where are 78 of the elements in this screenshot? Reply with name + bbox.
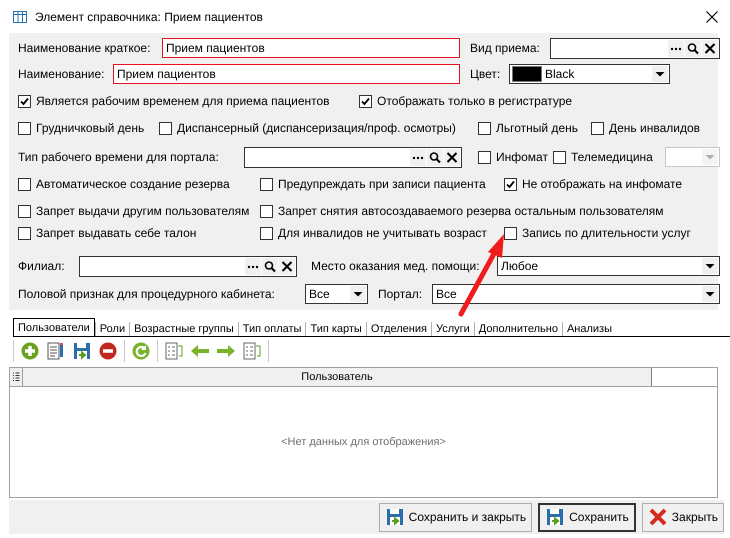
save-icon[interactable]: [545, 507, 566, 527]
field-label: Вид приема:: [470, 41, 540, 55]
field-label: Филиал:: [18, 259, 65, 273]
checkbox[interactable]: [18, 122, 31, 134]
checkbox[interactable]: [591, 122, 604, 134]
checkbox[interactable]: [18, 226, 31, 240]
clear-icon[interactable]: [702, 40, 718, 56]
lookup-field[interactable]: [79, 256, 297, 276]
checkbox[interactable]: [478, 122, 491, 134]
checkbox[interactable]: [478, 150, 491, 164]
tab[interactable]: Пользователи: [13, 318, 95, 336]
checkbox-label: Запрет снятия автосоздаваемого резерва остальным пользователям: [278, 204, 664, 218]
checkbox-label: Запрет выдачи другим пользователям: [36, 204, 250, 218]
search-icon[interactable]: [685, 40, 701, 56]
dialog-button[interactable]: Закрыть: [642, 502, 724, 532]
ellipsis-icon[interactable]: [245, 258, 261, 274]
ellipsis-icon[interactable]: [410, 148, 426, 166]
checkbox-label: Льготный день: [496, 121, 578, 135]
checkbox[interactable]: [159, 122, 172, 134]
checkbox[interactable]: [504, 178, 517, 190]
checkbox-label: Инфомат: [496, 150, 548, 164]
add-icon[interactable]: [20, 341, 40, 361]
dialog-button[interactable]: Сохранить и закрыть: [378, 502, 532, 532]
save-icon[interactable]: [384, 507, 405, 527]
checkbox-label: Телемедицина: [571, 150, 653, 164]
ellipsis-icon[interactable]: [668, 40, 684, 56]
search-icon[interactable]: [262, 258, 278, 274]
field-label: Наименование краткое:: [18, 41, 150, 55]
checkbox[interactable]: [260, 204, 273, 218]
dropdown[interactable]: Любое: [497, 256, 720, 276]
field-label: Наименование:: [18, 67, 105, 81]
close-icon[interactable]: [706, 10, 718, 22]
checkbox[interactable]: [18, 178, 31, 190]
checkbox[interactable]: [18, 94, 31, 108]
checkbox[interactable]: [260, 178, 273, 190]
checkbox-label: Автоматическое создание резерва: [36, 177, 230, 191]
clear-icon[interactable]: [279, 258, 295, 274]
field-label: Место оказания мед. помощи:: [311, 259, 480, 273]
close-icon: [648, 507, 668, 527]
checkbox[interactable]: [18, 204, 31, 218]
text-field[interactable]: Прием пациентов: [113, 64, 460, 84]
checkbox-label: Запись по длительности услуг: [522, 226, 691, 240]
delete-icon[interactable]: [98, 341, 118, 361]
field-label: Тип рабочего времени для портала:: [18, 150, 219, 164]
column-chooser-icon[interactable]: [10, 368, 23, 386]
checkbox-label: Не отображать на инфомате: [522, 177, 682, 191]
checkbox[interactable]: [260, 226, 273, 240]
checkbox-label: Запрет выдавать себе талон: [36, 226, 196, 240]
checkbox-label: Отображать только в регистратуре: [377, 94, 572, 108]
tab[interactable]: Тип оплаты: [238, 322, 306, 336]
checkbox-label: Грудничковый день: [36, 121, 144, 135]
checkbox-label: Для инвалидов не учитывать возраст: [278, 226, 487, 240]
checkbox[interactable]: [359, 94, 372, 108]
checkbox-label: День инвалидов: [609, 121, 700, 135]
checkbox[interactable]: [553, 150, 566, 164]
dialog-button[interactable]: Сохранить: [538, 502, 636, 532]
empty-message: <Нет данных для отображения>: [281, 436, 446, 448]
dropdown[interactable]: Все: [305, 284, 368, 304]
field-label: Цвет:: [470, 67, 500, 81]
lookup-field[interactable]: [244, 146, 462, 168]
field-label: Половой признак для процедурного кабинета:: [18, 287, 275, 301]
clear-icon[interactable]: [444, 148, 460, 166]
list-icon[interactable]: [164, 341, 184, 361]
checkbox-label: Диспансерный (диспансеризация/проф. осмотры): [177, 121, 456, 135]
checkbox-label: Предупреждать при записи пациента: [278, 177, 486, 191]
column-header[interactable]: Пользователь: [23, 368, 652, 386]
edit-icon[interactable]: [46, 341, 66, 361]
lookup-field[interactable]: [550, 38, 720, 58]
table-icon: [13, 10, 27, 22]
field-label: Портал:: [378, 287, 422, 301]
checkbox-label: Является рабочим временем для приема пациентов: [36, 94, 330, 108]
color-dropdown[interactable]: Black: [509, 64, 670, 84]
text-field[interactable]: Прием пациентов: [162, 38, 460, 58]
dropdown[interactable]: Все: [432, 284, 720, 304]
list-icon[interactable]: [242, 341, 262, 361]
window-title: Элемент справочника: Прием пациентов: [35, 10, 264, 24]
checkbox[interactable]: [504, 226, 517, 240]
search-icon[interactable]: [427, 148, 443, 166]
